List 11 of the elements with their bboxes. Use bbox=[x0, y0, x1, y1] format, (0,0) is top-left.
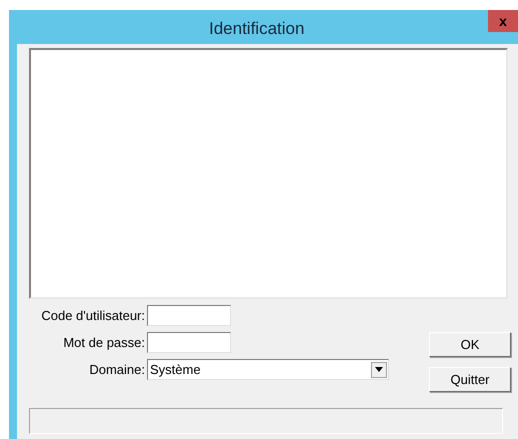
window-title: Identification bbox=[209, 18, 304, 40]
close-button[interactable]: x bbox=[488, 10, 518, 32]
dialog-button[interactable]: OK bbox=[429, 332, 511, 357]
field-label: Mot de passe: bbox=[62, 334, 146, 352]
input-field[interactable] bbox=[147, 305, 231, 326]
field-label: Code d'utilisateur: bbox=[40, 306, 146, 325]
domain-dropdown[interactable]: Système bbox=[147, 359, 389, 380]
dialog-button[interactable]: Quitter bbox=[429, 367, 511, 392]
input-field[interactable] bbox=[147, 332, 231, 353]
field-label: Domaine: bbox=[88, 360, 146, 379]
caret-icon bbox=[371, 362, 387, 378]
